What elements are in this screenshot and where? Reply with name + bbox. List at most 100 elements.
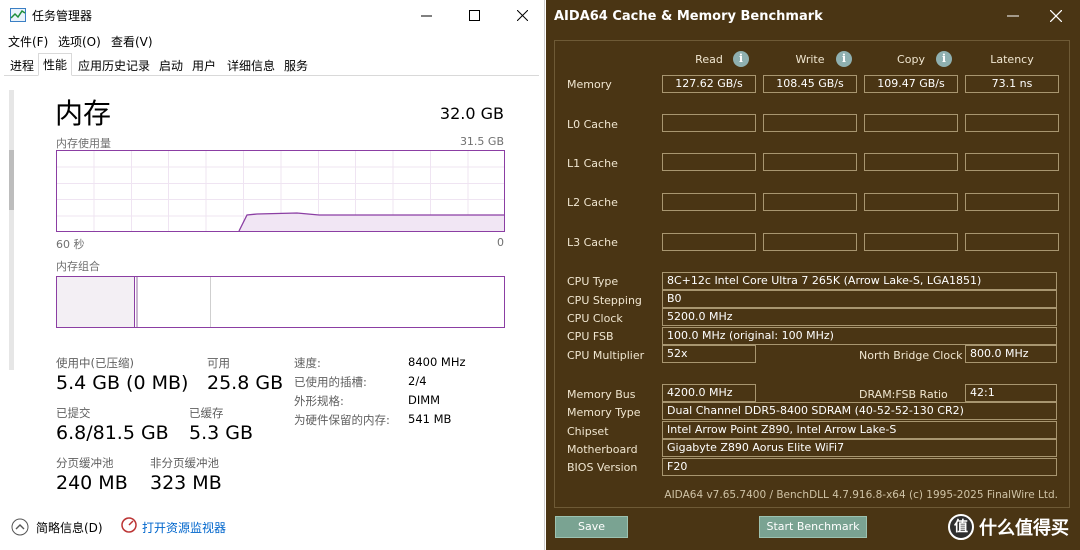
cpu-clock-label: CPU Clock xyxy=(567,312,623,325)
version-footer: AIDA64 v7.65.7400 / BenchDLL 4.7.916.8-x… xyxy=(664,489,1058,501)
cpu-multiplier-label: CPU Multiplier xyxy=(567,349,645,362)
motherboard-value: Gigabyte Z890 Aorus Elite WiFi7 xyxy=(662,439,1057,457)
memory-type-value: Dual Channel DDR5-8400 SDRAM (40-52-52-1… xyxy=(662,402,1057,420)
available-label: 可用 xyxy=(207,356,230,370)
composition-standby xyxy=(210,277,211,327)
nonpaged-pool-value: 323 MB xyxy=(150,472,222,494)
close-button[interactable] xyxy=(499,0,545,30)
l3-copy-value xyxy=(864,233,958,251)
memory-type-label: Memory Type xyxy=(567,406,641,419)
open-resource-monitor-link[interactable]: 打开资源监视器 xyxy=(142,519,226,536)
tab-app-history[interactable]: 应用历史记录 xyxy=(74,55,154,76)
menu-file[interactable]: 文件(F) xyxy=(8,33,48,50)
minimize-button[interactable] xyxy=(993,2,1033,30)
maximize-button[interactable] xyxy=(451,0,497,30)
cpu-type-value: 8C+12c Intel Core Ultra 7 265K (Arrow La… xyxy=(662,272,1057,290)
watermark: 值 什么值得买 xyxy=(948,514,1069,540)
write-info-icon[interactable]: i xyxy=(836,51,852,67)
dram-fsb-ratio-label: DRAM:FSB Ratio xyxy=(859,388,948,401)
memory-composition-bar xyxy=(56,276,505,328)
close-icon xyxy=(1050,10,1062,22)
l2-read-value xyxy=(662,193,756,211)
tab-users[interactable]: 用户 xyxy=(188,55,220,76)
task-manager-window: 任务管理器 文件(F) 选项(O) 查看(V) 进程 性能 应用历史记录 启动 … xyxy=(0,0,545,550)
cpu-fsb-value: 100.0 MHz (original: 100 MHz) xyxy=(662,327,1057,345)
l0-write-value xyxy=(763,114,857,132)
fewer-details-button[interactable]: 简略信息(D) xyxy=(36,519,103,536)
nonpaged-pool-label: 非分页缓冲池 xyxy=(150,456,219,470)
memory-usage-graph xyxy=(56,150,505,232)
cached-label: 已缓存 xyxy=(189,406,224,420)
chipset-label: Chipset xyxy=(567,425,609,438)
time-start-label: 60 秒 xyxy=(56,238,85,251)
task-manager-icon xyxy=(10,8,26,22)
chipset-value: Intel Arrow Point Z890, Intel Arrow Lake… xyxy=(662,421,1057,439)
minimize-icon xyxy=(1007,15,1019,17)
hardware-reserved-label: 为硬件保留的内存: xyxy=(294,413,390,427)
usage-label: 内存使用量 xyxy=(56,137,111,150)
bios-version-label: BIOS Version xyxy=(567,461,638,474)
north-bridge-clock-value: 800.0 MHz xyxy=(965,345,1057,363)
row-label-memory: Memory xyxy=(567,78,612,91)
aida64-window: AIDA64 Cache & Memory Benchmark Read i W… xyxy=(546,0,1080,550)
l2-write-value xyxy=(763,193,857,211)
hardware-reserved-value: 541 MB xyxy=(408,412,452,426)
slots-value: 2/4 xyxy=(408,374,427,388)
memory-latency-value: 73.1 ns xyxy=(965,75,1059,93)
start-benchmark-button[interactable]: Start Benchmark xyxy=(759,516,867,538)
sidebar-scrollbar[interactable] xyxy=(9,90,14,370)
footer: 简略信息(D) 打开资源监视器 xyxy=(0,510,545,550)
l1-copy-value xyxy=(864,153,958,171)
in-use-value: 5.4 GB (0 MB) xyxy=(56,372,189,394)
memory-read-value: 127.62 GB/s xyxy=(662,75,756,93)
tab-startup[interactable]: 启动 xyxy=(155,55,187,76)
chevron-up-icon[interactable] xyxy=(11,518,29,536)
cpu-multiplier-value: 52x xyxy=(662,345,756,363)
memory-copy-value: 109.47 GB/s xyxy=(864,75,958,93)
composition-label: 内存组合 xyxy=(56,260,100,273)
composition-modified xyxy=(136,277,138,327)
row-label-l1: L1 Cache xyxy=(567,157,618,170)
l0-latency-value xyxy=(965,114,1059,132)
time-end-label: 0 xyxy=(497,236,504,249)
close-button[interactable] xyxy=(1036,2,1076,30)
copy-info-icon[interactable]: i xyxy=(936,51,952,67)
cpu-stepping-label: CPU Stepping xyxy=(567,294,642,307)
in-use-label: 使用中(已压缩) xyxy=(56,356,134,370)
cpu-clock-value: 5200.0 MHz xyxy=(662,308,1057,326)
slots-label: 已使用的插槽: xyxy=(294,375,367,389)
motherboard-label: Motherboard xyxy=(567,443,638,456)
window-title: 任务管理器 xyxy=(32,9,93,23)
usage-max: 31.5 GB xyxy=(459,135,504,148)
page-title: 内存 xyxy=(55,97,112,130)
row-label-l2: L2 Cache xyxy=(567,196,618,209)
cpu-fsb-label: CPU FSB xyxy=(567,330,614,343)
dram-fsb-ratio-value: 42:1 xyxy=(965,384,1057,402)
tab-bar: 进程 性能 应用历史记录 启动 用户 详细信息 服务 xyxy=(4,53,539,76)
tab-processes[interactable]: 进程 xyxy=(6,55,38,76)
save-button[interactable]: Save xyxy=(555,516,628,538)
l3-latency-value xyxy=(965,233,1059,251)
composition-in-use xyxy=(57,277,135,327)
sidebar-scroll-thumb[interactable] xyxy=(9,150,14,210)
title-bar: 任务管理器 xyxy=(0,0,545,30)
cached-value: 5.3 GB xyxy=(189,422,254,444)
read-info-icon[interactable]: i xyxy=(733,51,749,67)
committed-value: 6.8/81.5 GB xyxy=(56,422,169,444)
memory-write-value: 108.45 GB/s xyxy=(763,75,857,93)
form-factor-label: 外形规格: xyxy=(294,394,344,408)
minimize-button[interactable] xyxy=(403,0,449,30)
close-icon xyxy=(516,9,528,21)
speed-label: 速度: xyxy=(294,356,321,370)
cpu-stepping-value: B0 xyxy=(662,290,1057,308)
menu-view[interactable]: 查看(V) xyxy=(111,33,153,50)
tab-services[interactable]: 服务 xyxy=(280,55,312,76)
tab-performance[interactable]: 性能 xyxy=(38,53,73,76)
maximize-icon xyxy=(468,9,480,21)
paged-pool-label: 分页缓冲池 xyxy=(56,456,114,470)
menu-options[interactable]: 选项(O) xyxy=(58,33,101,50)
form-factor-value: DIMM xyxy=(408,393,441,407)
l1-read-value xyxy=(662,153,756,171)
l3-read-value xyxy=(662,233,756,251)
tab-details[interactable]: 详细信息 xyxy=(223,55,279,76)
